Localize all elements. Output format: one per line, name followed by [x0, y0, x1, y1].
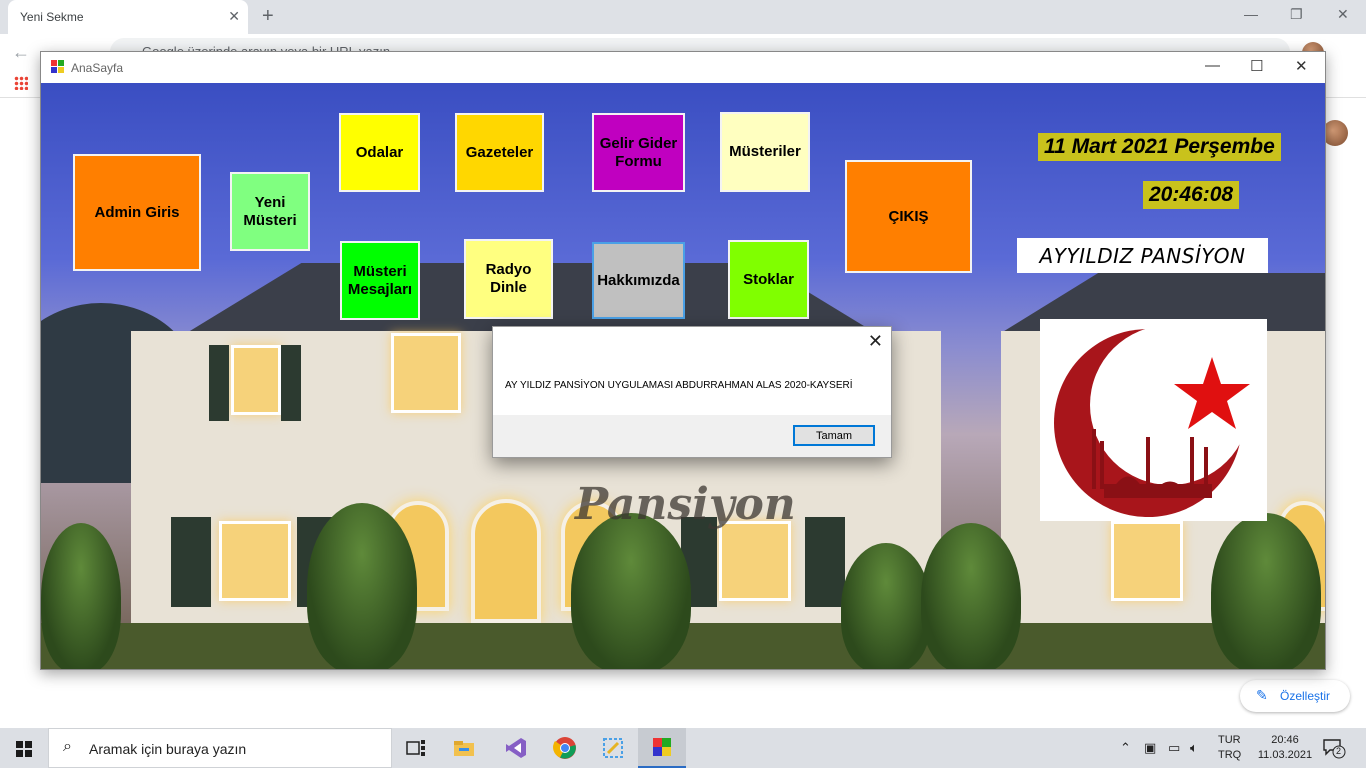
windows-taskbar: ⌕ Aramak için buraya yazın ⌃ ▣ ▭ 🔈︎ TUR … — [0, 728, 1366, 768]
customize-label: Özelleştir — [1280, 689, 1331, 703]
chrome-icon[interactable] — [541, 728, 589, 768]
new-tab-button[interactable]: + — [262, 5, 274, 28]
customize-button[interactable]: ✎ Özelleştir — [1240, 680, 1350, 712]
file-explorer-icon[interactable] — [440, 728, 488, 768]
start-button[interactable] — [0, 728, 48, 768]
form-close-icon[interactable]: ✕ — [1295, 57, 1308, 75]
network-icon[interactable]: ▭ — [1168, 740, 1180, 756]
radyo-dinle-button[interactable]: Radyo Dinle — [464, 239, 553, 319]
messagebox-close-icon[interactable]: ✕ — [868, 331, 883, 352]
lang-bottom: TRQ — [1218, 749, 1242, 761]
clock-date: 11.03.2021 — [1257, 749, 1313, 761]
garden-tree — [41, 523, 121, 669]
app-icon — [51, 60, 65, 74]
house-window — [719, 521, 791, 601]
clock-time: 20:46 — [1271, 734, 1299, 746]
visual-studio-icon[interactable] — [492, 728, 540, 768]
odalar-button[interactable]: Odalar — [339, 113, 420, 192]
tray-device-icon[interactable]: ▣ — [1144, 740, 1156, 756]
gelir-gider-formu-button[interactable]: Gelir Gider Formu — [592, 113, 685, 192]
house-window — [219, 521, 291, 601]
admin-giris-button[interactable]: Admin Giris — [73, 154, 201, 271]
notification-center-icon[interactable]: 2 — [1322, 737, 1346, 759]
garden-tree — [571, 513, 691, 669]
form-title: AnaSayfa — [71, 61, 124, 75]
form-minimize-icon[interactable]: — — [1205, 57, 1220, 74]
lang-top: TUR — [1218, 734, 1241, 746]
crescent-star-icon — [1054, 329, 1250, 517]
crescent-star-logo — [1040, 319, 1267, 521]
apps-grid-icon[interactable] — [14, 76, 28, 90]
browser-tab[interactable]: Yeni Sekme ✕ — [8, 0, 248, 34]
form-titlebar[interactable]: AnaSayfa — ☐ ✕ — [41, 52, 1325, 83]
notification-count: 2 — [1336, 746, 1342, 756]
pansiyon-watermark: Pansiyon — [575, 479, 796, 530]
musteri-mesajlari-button[interactable]: Müsteri Mesajları — [340, 241, 420, 320]
yeni-musteri-button[interactable]: Yeni Müsteri — [230, 172, 310, 251]
windows-logo-icon — [16, 741, 32, 757]
ok-button[interactable]: Tamam — [793, 425, 875, 446]
volume-icon[interactable]: 🔈︎ — [1190, 740, 1198, 756]
house-window — [391, 333, 461, 413]
stoklar-button[interactable]: Stoklar — [728, 240, 809, 319]
brand-label: AYYILDIZ PANSİYON — [1017, 238, 1268, 273]
about-message-box: ✕ AY YILDIZ PANSİYON UYGULAMASI ABDURRAH… — [492, 326, 892, 458]
back-arrow-icon[interactable]: ← — [12, 42, 30, 63]
form-maximize-icon[interactable]: ☐ — [1250, 57, 1263, 75]
house-window — [1111, 521, 1183, 601]
musteriler-button[interactable]: Müsteriler — [720, 112, 810, 192]
garden-tree — [841, 543, 931, 669]
house-shutter — [281, 345, 301, 421]
date-label: 11 Mart 2021 Perşembe — [1038, 133, 1281, 161]
house-shutter — [805, 517, 845, 607]
anasayfa-app-icon[interactable] — [638, 728, 686, 768]
garden-tree — [1211, 513, 1321, 669]
tray-chevron-icon[interactable]: ⌃ — [1120, 740, 1131, 756]
messagebox-text: AY YILDIZ PANSİYON UYGULAMASI ABDURRAHMA… — [505, 380, 853, 391]
browser-tab-title: Yeni Sekme — [20, 10, 84, 24]
search-placeholder: Aramak için buraya yazın — [89, 741, 247, 757]
house-window — [231, 345, 281, 415]
tab-close-icon[interactable]: ✕ — [228, 8, 240, 25]
time-label: 20:46:08 — [1143, 181, 1240, 209]
browser-restore-icon[interactable]: ❐ — [1290, 6, 1303, 23]
messagebox-footer: Tamam — [493, 415, 891, 457]
house-shutter — [209, 345, 229, 421]
house-shutter — [171, 517, 211, 607]
search-icon: ⌕ — [63, 738, 72, 755]
hakkimizda-button[interactable]: Hakkımızda — [592, 242, 685, 319]
browser-minimize-icon[interactable]: — — [1244, 6, 1258, 22]
browser-close-icon[interactable]: ✕ — [1337, 6, 1349, 23]
snipping-tool-icon[interactable] — [589, 728, 637, 768]
garden-tree — [921, 523, 1021, 669]
task-view-icon[interactable] — [392, 728, 440, 768]
cikis-button[interactable]: ÇIKIŞ — [845, 160, 972, 273]
house-arch — [471, 499, 541, 623]
taskbar-search-box[interactable]: ⌕ Aramak için buraya yazın — [48, 728, 392, 768]
gazeteler-button[interactable]: Gazeteler — [455, 113, 544, 192]
pencil-icon: ✎ — [1256, 687, 1268, 703]
garden-tree — [307, 503, 417, 669]
input-language[interactable]: TUR TRQ — [1218, 733, 1241, 763]
browser-tab-strip: Yeni Sekme ✕ + — ❐ ✕ — [0, 0, 1366, 34]
taskbar-clock[interactable]: 20:46 11.03.2021 — [1255, 733, 1315, 763]
